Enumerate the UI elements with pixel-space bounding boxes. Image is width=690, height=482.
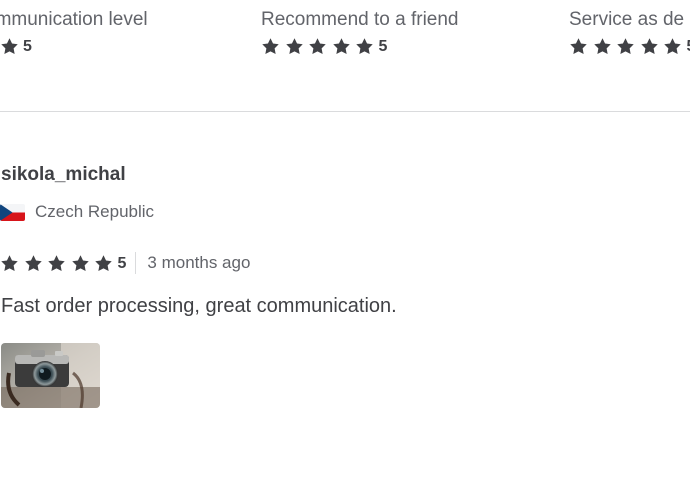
star-icon [24,254,43,273]
star-icon [663,37,682,56]
star-rating: 5 [569,35,690,57]
star-icon [569,37,588,56]
czech-flag-icon [0,203,25,221]
review-attachment-thumbnail[interactable] [1,343,100,408]
sub-rating-label: Recommend to a friend [261,9,459,30]
star-icon [616,37,635,56]
star-icon [0,37,19,56]
star-rating: 5 [0,35,148,57]
sub-rating-label: ommunication level [0,9,148,30]
star-icon [285,37,304,56]
star-icon [47,254,66,273]
rating-score: 5 [378,37,388,55]
star-icon [94,254,113,273]
star-rating: 5 [261,35,459,57]
star-icon [261,37,280,56]
reviews-page: ommunication level 5 Recommend to a frie… [0,0,690,482]
separator [135,252,137,274]
country-name: Czech Republic [35,202,155,221]
sub-rating-service: Service as de 5 [569,8,690,57]
star-icon [355,37,374,56]
rating-score: 5 [687,37,690,56]
review-time: 3 months ago [147,253,251,272]
sub-rating-label: Service as de [569,9,685,30]
rating-score: 5 [23,37,32,55]
star-icon [71,254,90,273]
review-text: Fast order processing, great communicati… [1,295,397,317]
sub-rating-recommend: Recommend to a friend 5 [261,8,459,57]
star-icon [0,254,19,273]
camera-photo-icon [1,343,100,408]
star-rating: 5 [0,252,126,274]
star-icon [593,37,612,56]
star-icon [308,37,327,56]
reviewer-username[interactable]: sikola_michal [1,164,126,186]
sub-rating-communication: ommunication level 5 [0,8,148,57]
star-icon [332,37,351,56]
reviewer-country: Czech Republic [0,202,154,222]
rating-score: 5 [117,254,127,272]
star-icon [640,37,659,56]
review-rating: 5 3 months ago [0,252,250,274]
divider [0,111,690,112]
